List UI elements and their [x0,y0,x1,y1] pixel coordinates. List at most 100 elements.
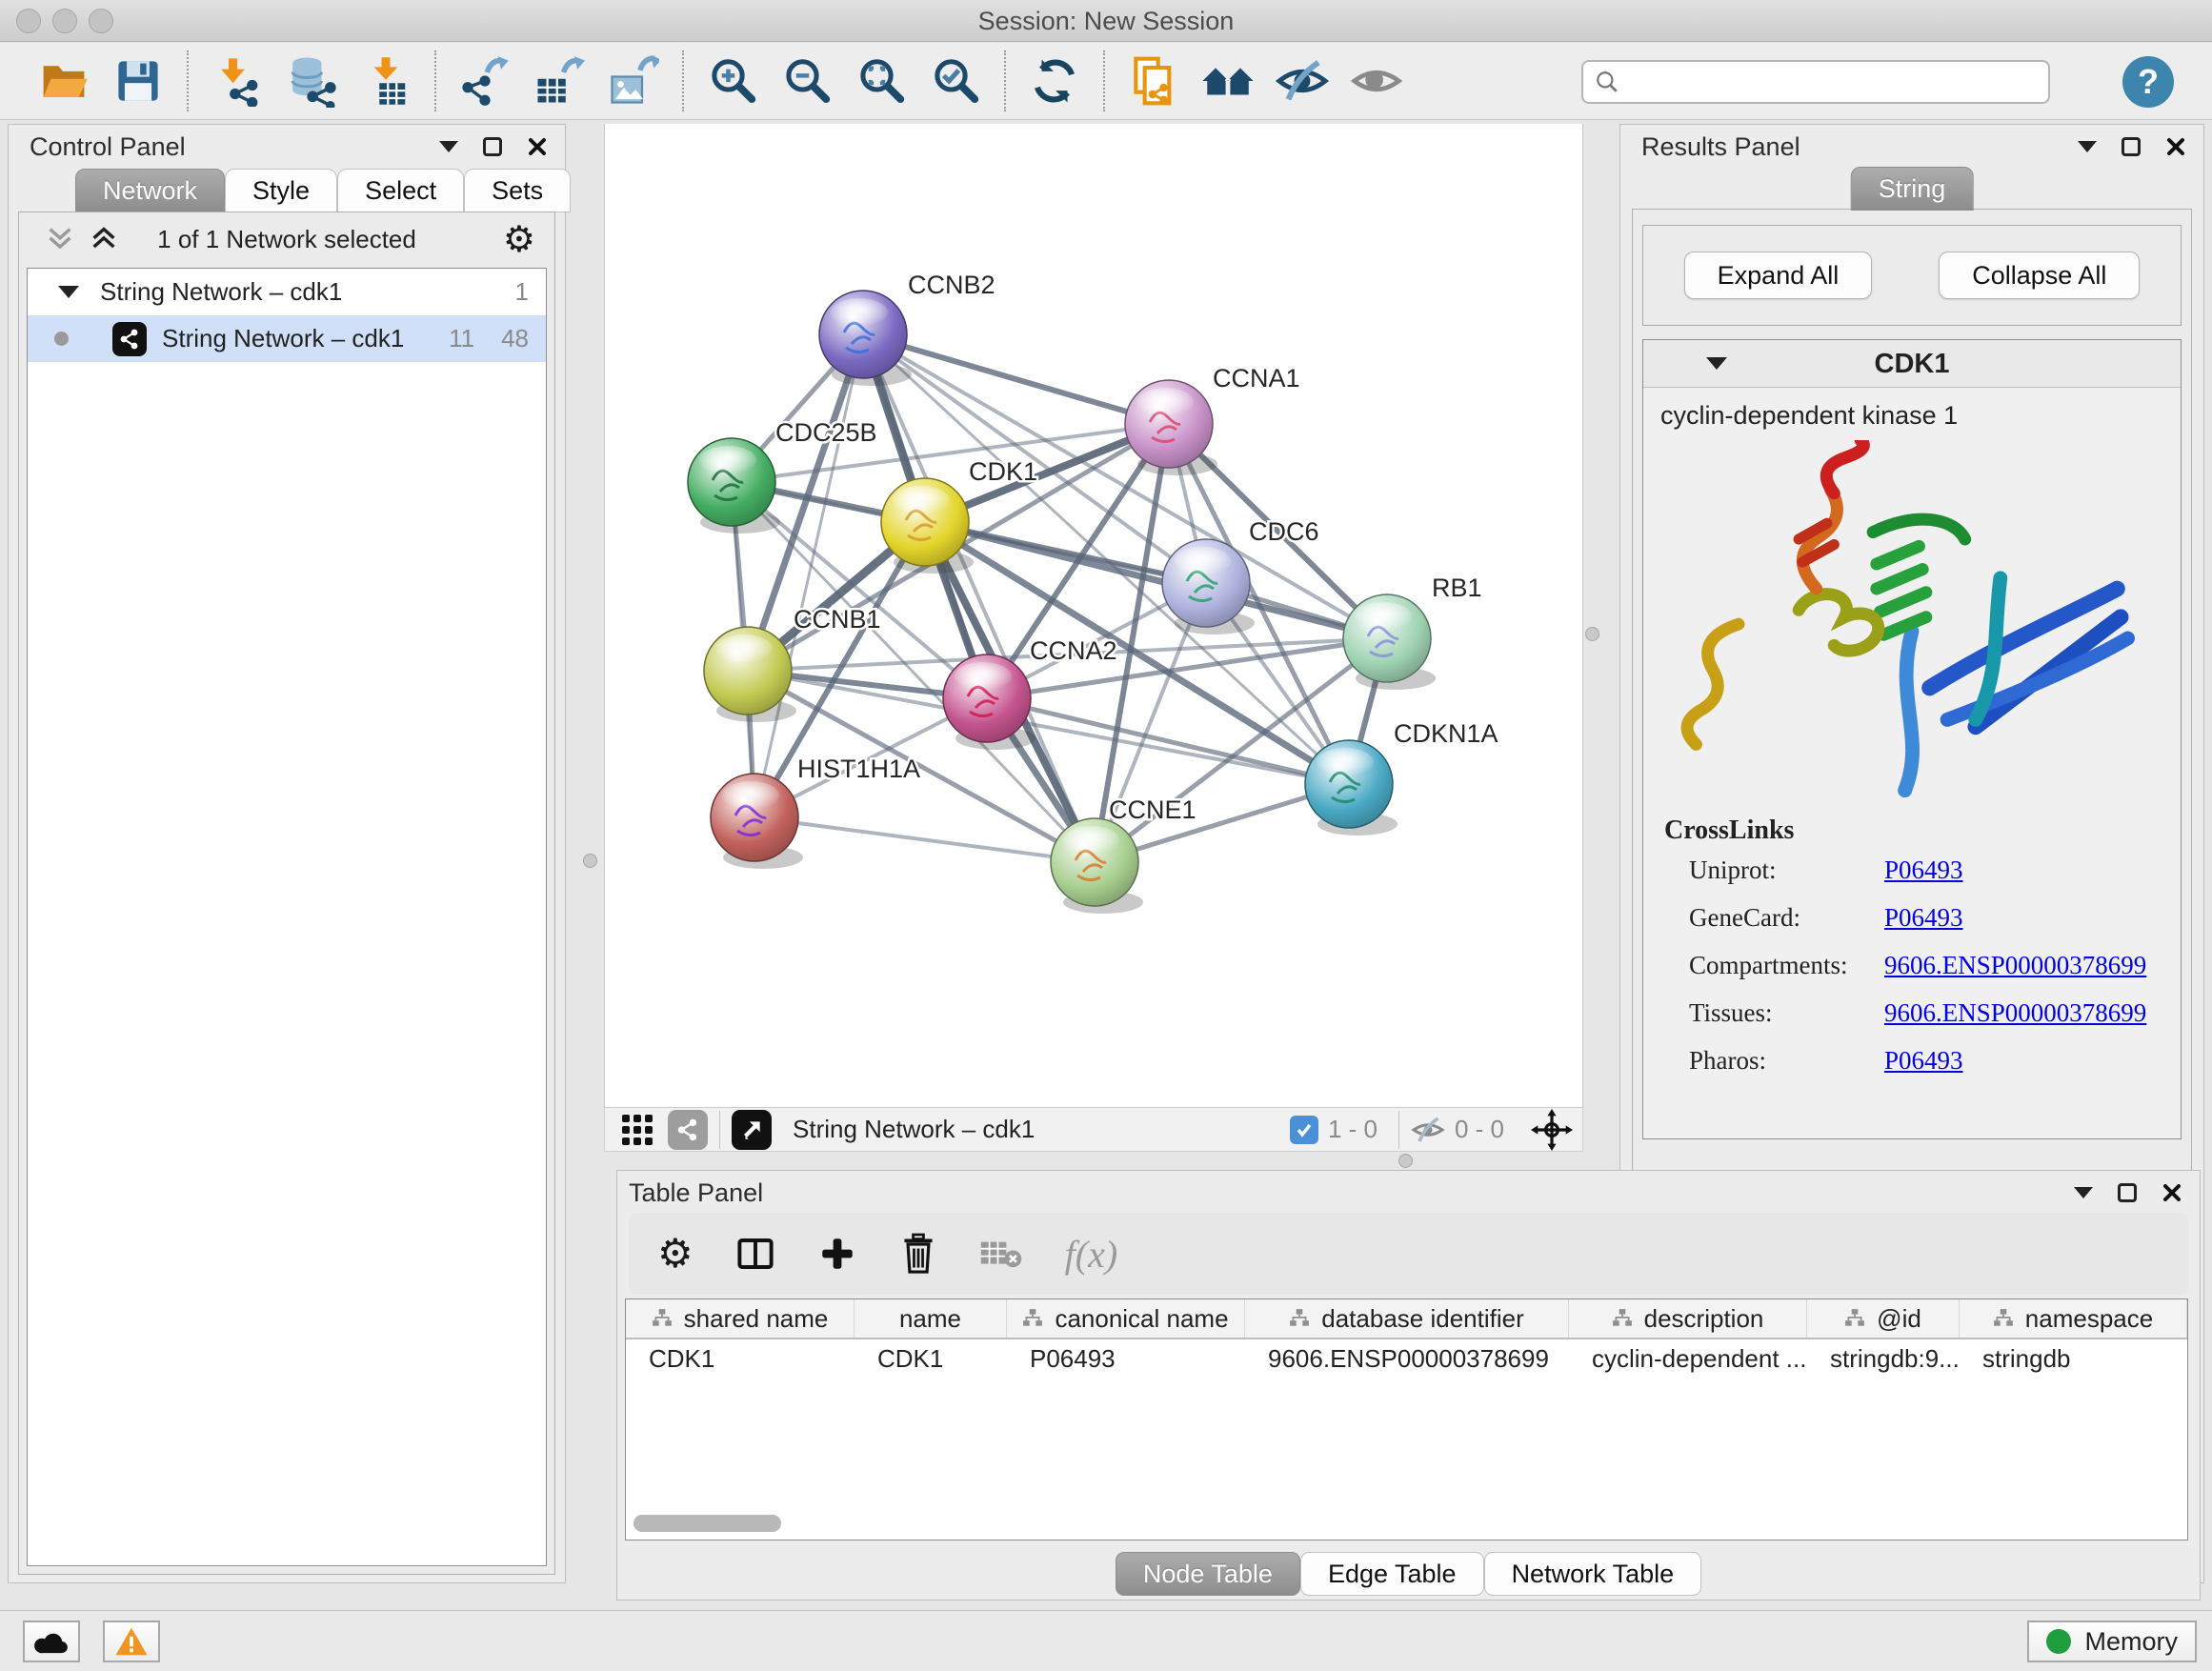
network-canvas[interactable]: CCNB2CCNA1CDC25BCDK1CDC6RB1CCNB1CCNA2CDK… [604,124,1583,1107]
bottom-splitter-handle[interactable] [1398,1154,1413,1168]
export-table-button[interactable] [522,50,596,112]
cell-description[interactable]: cyclin-dependent ... [1569,1339,1807,1379]
network-node-CCNA2[interactable] [943,654,1036,750]
tab-sets[interactable]: Sets [464,169,571,212]
show-columns-icon[interactable] [735,1234,775,1274]
node-table[interactable]: shared name name canonical name database… [625,1299,2188,1540]
network-row[interactable]: String Network – cdk1 11 48 [28,315,546,362]
import-network-database-button[interactable] [274,50,349,112]
column-header-id[interactable]: @id [1807,1299,1960,1338]
network-node-RB1[interactable] [1343,594,1436,690]
node-label-CDC6: CDC6 [1249,517,1319,546]
horizontal-scrollbar[interactable] [633,1515,781,1532]
zoom-selected-button[interactable] [918,50,993,112]
open-session-button[interactable] [27,50,101,112]
tab-network-table[interactable]: Network Table [1484,1552,1702,1596]
collapse-tree-icon[interactable] [58,286,79,298]
cell-id[interactable]: stringdb:9... [1807,1339,1960,1379]
table-row[interactable]: CDK1 CDK1 P06493 9606.ENSP00000378699 cy… [626,1339,2187,1379]
network-node-CCNA1[interactable] [1125,380,1217,475]
close-panel-icon[interactable] [2165,136,2186,157]
apply-layout-button[interactable] [1017,50,1092,112]
panel-menu-icon[interactable] [2078,141,2097,152]
network-share-icon[interactable] [668,1110,708,1150]
crosslink-uniprot-link[interactable]: P06493 [1884,856,1963,885]
hide-glass-panel-button[interactable] [1265,50,1339,112]
help-button[interactable]: ? [2122,56,2174,108]
grid-view-icon[interactable] [620,1113,654,1147]
zoom-in-button[interactable] [695,50,770,112]
cell-canonical-name[interactable]: P06493 [1007,1339,1245,1379]
cloud-status-button[interactable] [23,1621,80,1662]
network-edge[interactable] [863,334,1169,424]
zoom-fit-button[interactable] [844,50,918,112]
close-panel-icon[interactable] [2162,1182,2182,1203]
string-protein-query-button[interactable] [1116,50,1191,112]
cell-shared-name[interactable]: CDK1 [626,1339,855,1379]
network-node-CDC25B[interactable] [688,438,780,534]
column-header-namespace[interactable]: namespace [1960,1299,2187,1338]
network-collection-row[interactable]: String Network – cdk1 1 [28,269,546,315]
crosslink-genecard-link[interactable]: P06493 [1884,903,1963,933]
fit-content-crosshair-icon[interactable] [1531,1109,1573,1151]
main-toolbar: ? [0,43,2212,120]
tab-select[interactable]: Select [337,169,464,212]
float-window-icon[interactable] [2122,137,2141,156]
float-window-icon[interactable] [2118,1183,2137,1202]
expand-all-button[interactable]: Expand All [1684,252,1873,299]
network-node-CCNB2[interactable] [819,291,912,386]
column-header-name[interactable]: name [855,1299,1007,1338]
close-panel-icon[interactable] [527,136,548,157]
crosslink-pharos-link[interactable]: P06493 [1884,1046,1963,1076]
network-edge[interactable] [754,817,1095,862]
export-network-icon [459,55,511,107]
search-input[interactable] [1629,68,2037,97]
right-splitter-handle[interactable] [1585,627,1599,641]
tab-string-results[interactable]: String [1851,167,1974,211]
node-label-HIST1H1A: HIST1H1A [797,755,920,783]
warnings-button[interactable] [103,1621,160,1662]
application-window: Session: New Session [0,0,2212,1671]
cloud-icon [33,1627,70,1656]
crosslink-compartments-link[interactable]: 9606.ENSP00000378699 [1884,951,2146,980]
tab-network[interactable]: Network [75,169,225,212]
show-hide-eye-button[interactable] [1339,50,1414,112]
tab-style[interactable]: Style [225,169,337,212]
network-edge[interactable] [754,334,863,817]
table-options-gear-icon[interactable]: ⚙ [657,1234,694,1274]
delete-column-trash-icon[interactable] [899,1233,937,1275]
memory-button[interactable]: Memory [2027,1621,2197,1662]
control-panel-tabs: Network Style Select Sets [75,169,571,212]
collapse-all-button[interactable]: Collapse All [1939,252,2140,299]
selected-checkbox-icon[interactable] [1290,1116,1318,1144]
panel-menu-icon[interactable] [2074,1187,2093,1198]
column-header-shared-name[interactable]: shared name [626,1299,855,1338]
export-network-button[interactable] [448,50,522,112]
export-image-button[interactable] [596,50,671,112]
detach-view-icon[interactable] [732,1110,772,1150]
panel-menu-icon[interactable] [439,141,458,152]
crosslink-tissues-link[interactable]: 9606.ENSP00000378699 [1884,998,2146,1028]
float-window-icon[interactable] [483,137,502,156]
column-header-database-identifier[interactable]: database identifier [1245,1299,1569,1338]
add-column-plus-icon[interactable] [817,1234,857,1274]
column-type-icon [1993,1308,2014,1329]
column-type-icon [1289,1308,1310,1329]
cell-database-identifier[interactable]: 9606.ENSP00000378699 [1245,1339,1569,1379]
save-session-button[interactable] [101,50,175,112]
column-header-description[interactable]: description [1569,1299,1807,1338]
tab-node-table[interactable]: Node Table [1116,1552,1300,1596]
left-splitter-handle[interactable] [583,854,597,868]
network-node-CDKN1A[interactable] [1305,740,1398,836]
zoom-out-button[interactable] [770,50,844,112]
tab-edge-table[interactable]: Edge Table [1300,1552,1484,1596]
import-network-file-button[interactable] [200,50,274,112]
cell-namespace[interactable]: stringdb [1960,1339,2187,1379]
cell-name[interactable]: CDK1 [855,1339,1007,1379]
import-table-button[interactable] [349,50,423,112]
column-header-canonical-name[interactable]: canonical name [1007,1299,1245,1338]
string-home-button[interactable] [1191,50,1265,112]
protein-entry-header[interactable]: CDK1 [1643,340,2181,388]
network-node-HIST1H1A[interactable] [711,774,803,869]
network-node-CDK1[interactable] [881,478,974,574]
